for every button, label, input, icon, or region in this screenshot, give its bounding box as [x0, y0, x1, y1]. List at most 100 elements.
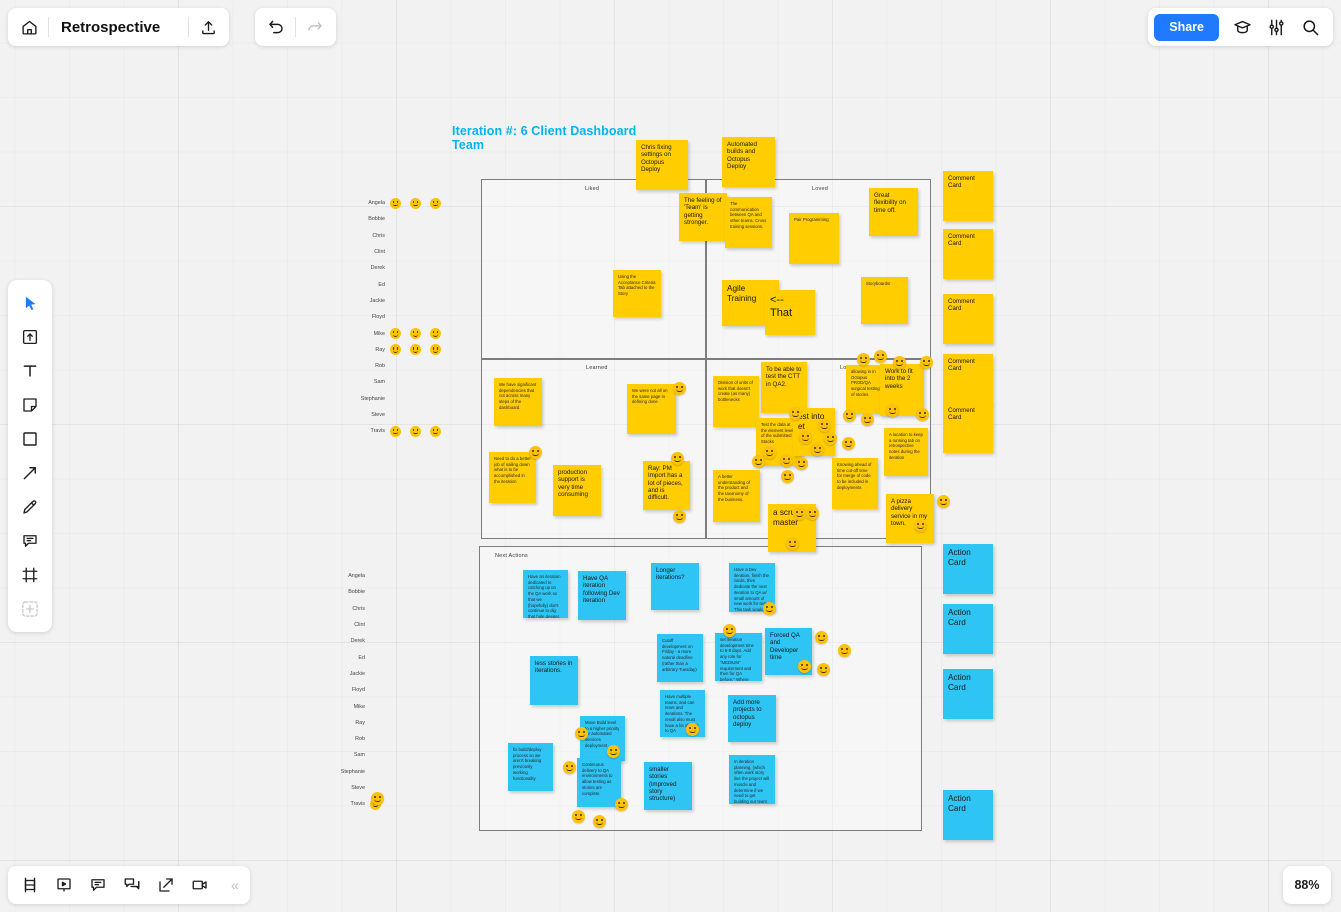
sticky-note[interactable]: Need to do a better job of nailing down …: [489, 452, 536, 503]
sliders-icon[interactable]: [1259, 11, 1293, 43]
sticky-note[interactable]: Have QA iteration following Dev iteratio…: [578, 571, 626, 620]
sticky-note[interactable]: Add more projects to octopus deploy: [728, 695, 776, 742]
sticky-note[interactable]: Pair Programming: [789, 213, 839, 264]
sticky-note[interactable]: set iteration development time to 6-8 da…: [715, 633, 762, 681]
comment-icon[interactable]: [13, 525, 47, 557]
vote-stamp-icon[interactable]: [824, 432, 837, 445]
undo-icon[interactable]: [259, 11, 293, 43]
upload-icon[interactable]: [191, 11, 225, 43]
sticky-note[interactable]: <-- That: [765, 290, 815, 335]
presentation-icon[interactable]: [47, 870, 81, 900]
vote-stamp-icon[interactable]: [874, 350, 887, 363]
vote-stamp-icon[interactable]: [886, 404, 899, 417]
sticky-note[interactable]: Continuous delivery to QA environments t…: [577, 758, 621, 807]
vote-stamp-icon[interactable]: [615, 798, 628, 811]
sticky-note[interactable]: production support is very time consumin…: [553, 465, 601, 516]
vote-stamp-icon[interactable]: [572, 810, 585, 823]
chat-icon[interactable]: [81, 870, 115, 900]
vote-stamp-icon[interactable]: [430, 425, 441, 437]
vote-stamp-icon[interactable]: [811, 443, 824, 456]
vote-stamp-icon[interactable]: [410, 425, 421, 437]
sticky-note[interactable]: Comment Card: [943, 229, 993, 279]
vote-stamp-icon[interactable]: [786, 537, 799, 550]
vote-stamp-icon[interactable]: [843, 409, 856, 422]
sticky-note-icon[interactable]: [13, 389, 47, 421]
text-icon[interactable]: [13, 355, 47, 387]
sticky-note[interactable]: A better understanding of the product an…: [713, 470, 760, 522]
vote-stamp-icon[interactable]: [752, 455, 765, 468]
collapse-toolbar-button[interactable]: «: [231, 877, 239, 893]
sticky-note[interactable]: The communication between QA and other t…: [725, 197, 772, 248]
vote-stamp-icon[interactable]: [916, 408, 929, 421]
vote-stamp-icon[interactable]: [593, 815, 606, 828]
vote-stamp-icon[interactable]: [920, 356, 933, 369]
sticky-note[interactable]: We have significant dependencies that cu…: [494, 378, 542, 426]
vote-stamp-icon[interactable]: [763, 446, 776, 459]
sticky-note[interactable]: Cutoff development on Friday - a more na…: [657, 634, 703, 682]
vote-stamp-icon[interactable]: [563, 761, 576, 774]
sticky-note[interactable]: smaller stories (improved story structur…: [644, 762, 692, 810]
zoom-level-badge[interactable]: 88%: [1283, 866, 1331, 904]
vote-stamp-icon[interactable]: [686, 723, 699, 736]
vote-stamp-icon[interactable]: [815, 631, 828, 644]
vote-stamp-icon[interactable]: [795, 457, 808, 470]
vote-stamp-icon[interactable]: [806, 507, 819, 520]
vote-stamp-icon[interactable]: [673, 382, 686, 395]
vote-stamp-icon[interactable]: [763, 602, 776, 615]
sticky-note[interactable]: Storyboards!: [861, 277, 908, 324]
sticky-note[interactable]: A pizza delivery service in my town.: [886, 494, 934, 543]
sticky-note[interactable]: Action Card: [943, 544, 993, 594]
sticky-note[interactable]: In iteration planning, (which often work…: [729, 755, 775, 804]
sticky-note[interactable]: Chris fixing settings on Octopus Deploy: [636, 140, 688, 190]
vote-stamp-icon[interactable]: [817, 663, 830, 676]
sticky-note[interactable]: Longer iterations?: [651, 563, 699, 610]
sticky-note[interactable]: Comment Card: [943, 294, 993, 344]
sticky-note[interactable]: Automated builds and Octopus Deploy: [722, 137, 775, 187]
vote-stamp-icon[interactable]: [430, 328, 441, 340]
vote-stamp-icon[interactable]: [390, 328, 401, 340]
comment-stack-icon[interactable]: [115, 870, 149, 900]
home-icon[interactable]: [12, 11, 46, 43]
vote-stamp-icon[interactable]: [857, 353, 870, 366]
vote-stamp-icon[interactable]: [371, 792, 384, 805]
frame-icon[interactable]: [13, 559, 47, 591]
vote-stamp-icon[interactable]: [789, 407, 802, 420]
sticky-note[interactable]: Ray: PM Import has a lot of pieces, and …: [643, 461, 690, 510]
vote-stamp-icon[interactable]: [799, 431, 812, 444]
sticky-note[interactable]: Using the Acceptance Criteria Tab attach…: [613, 270, 661, 317]
vote-stamp-icon[interactable]: [673, 510, 686, 523]
vote-stamp-icon[interactable]: [780, 454, 793, 467]
graduation-cap-icon[interactable]: [1225, 11, 1259, 43]
search-icon[interactable]: [1293, 11, 1327, 43]
vote-stamp-icon[interactable]: [914, 519, 927, 532]
sticky-note[interactable]: Knowing ahead of time cut-off time for m…: [832, 458, 878, 509]
square-icon[interactable]: [13, 423, 47, 455]
vote-stamp-icon[interactable]: [893, 356, 906, 369]
vote-stamp-icon[interactable]: [861, 413, 874, 426]
vote-stamp-icon[interactable]: [798, 660, 811, 673]
sticky-note[interactable]: less stories in iterations.: [530, 656, 578, 705]
external-link-icon[interactable]: [149, 870, 183, 900]
sticky-note[interactable]: fix build/deploy process so we aren't br…: [508, 743, 553, 791]
arrow-icon[interactable]: [13, 457, 47, 489]
vote-stamp-icon[interactable]: [575, 727, 588, 740]
sticky-note[interactable]: Action Card: [943, 790, 993, 840]
vote-stamp-icon[interactable]: [671, 452, 684, 465]
table-icon[interactable]: [13, 870, 47, 900]
video-camera-icon[interactable]: [183, 870, 217, 900]
sticky-note[interactable]: Great flexibility on time off.: [869, 188, 918, 236]
vote-stamp-icon[interactable]: [937, 495, 950, 508]
vote-stamp-icon[interactable]: [430, 197, 441, 209]
vote-stamp-icon[interactable]: [781, 470, 794, 483]
vote-stamp-icon[interactable]: [838, 644, 851, 657]
sticky-note[interactable]: Have an iteration dedicated to catching …: [523, 570, 568, 618]
sticky-note[interactable]: A location to keep a running tab on retr…: [884, 428, 928, 476]
vote-stamp-icon[interactable]: [390, 197, 401, 209]
sticky-note[interactable]: To be able to test the CTT in QA2.: [761, 362, 807, 413]
plus-icon[interactable]: [13, 593, 47, 625]
pencil-icon[interactable]: [13, 491, 47, 523]
vote-stamp-icon[interactable]: [390, 425, 401, 437]
share-button[interactable]: Share: [1154, 13, 1219, 41]
document-title[interactable]: Retrospective: [51, 19, 186, 36]
sticky-note[interactable]: Action Card: [943, 669, 993, 719]
